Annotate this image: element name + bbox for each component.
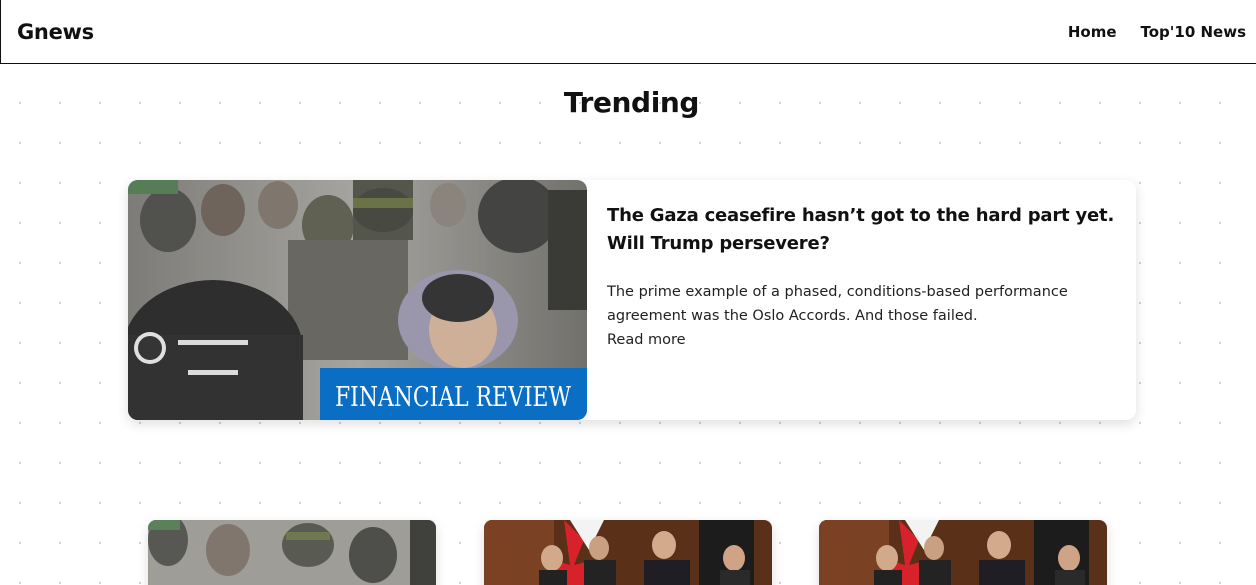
- news-card-1[interactable]: [148, 520, 436, 585]
- featured-article-image[interactable]: FINANCIAL REVIEW: [128, 180, 587, 420]
- featured-article-body: The Gaza ceasefire hasn’t got to the har…: [587, 180, 1136, 420]
- top-navbar: Gnews Home Top'10 News: [0, 0, 1256, 64]
- brand-logo[interactable]: Gnews: [17, 20, 94, 44]
- featured-article-card[interactable]: FINANCIAL REVIEW The Gaza ceasefire hasn…: [128, 180, 1136, 420]
- nav-links: Home Top'10 News: [1068, 23, 1246, 41]
- featured-article-description: The prime example of a phased, condition…: [607, 280, 1077, 352]
- nav-top10-link[interactable]: Top'10 News: [1141, 23, 1246, 41]
- featured-article-summary: The prime example of a phased, condition…: [607, 284, 1068, 324]
- parliament-signing-thumbnail: [819, 520, 1107, 585]
- news-card-2[interactable]: [484, 520, 772, 585]
- trending-heading: Trending: [563, 86, 700, 119]
- news-card-3[interactable]: [819, 520, 1107, 585]
- read-more-link[interactable]: Read more: [607, 328, 1077, 352]
- parliament-signing-thumbnail: [484, 520, 772, 585]
- featured-article-title[interactable]: The Gaza ceasefire hasn’t got to the har…: [607, 202, 1116, 258]
- nav-home-link[interactable]: Home: [1068, 23, 1117, 41]
- gaza-crowd-photo: FINANCIAL REVIEW: [128, 180, 587, 420]
- gaza-crowd-thumbnail: [148, 520, 436, 585]
- financial-review-watermark: FINANCIAL REVIEW: [335, 382, 571, 413]
